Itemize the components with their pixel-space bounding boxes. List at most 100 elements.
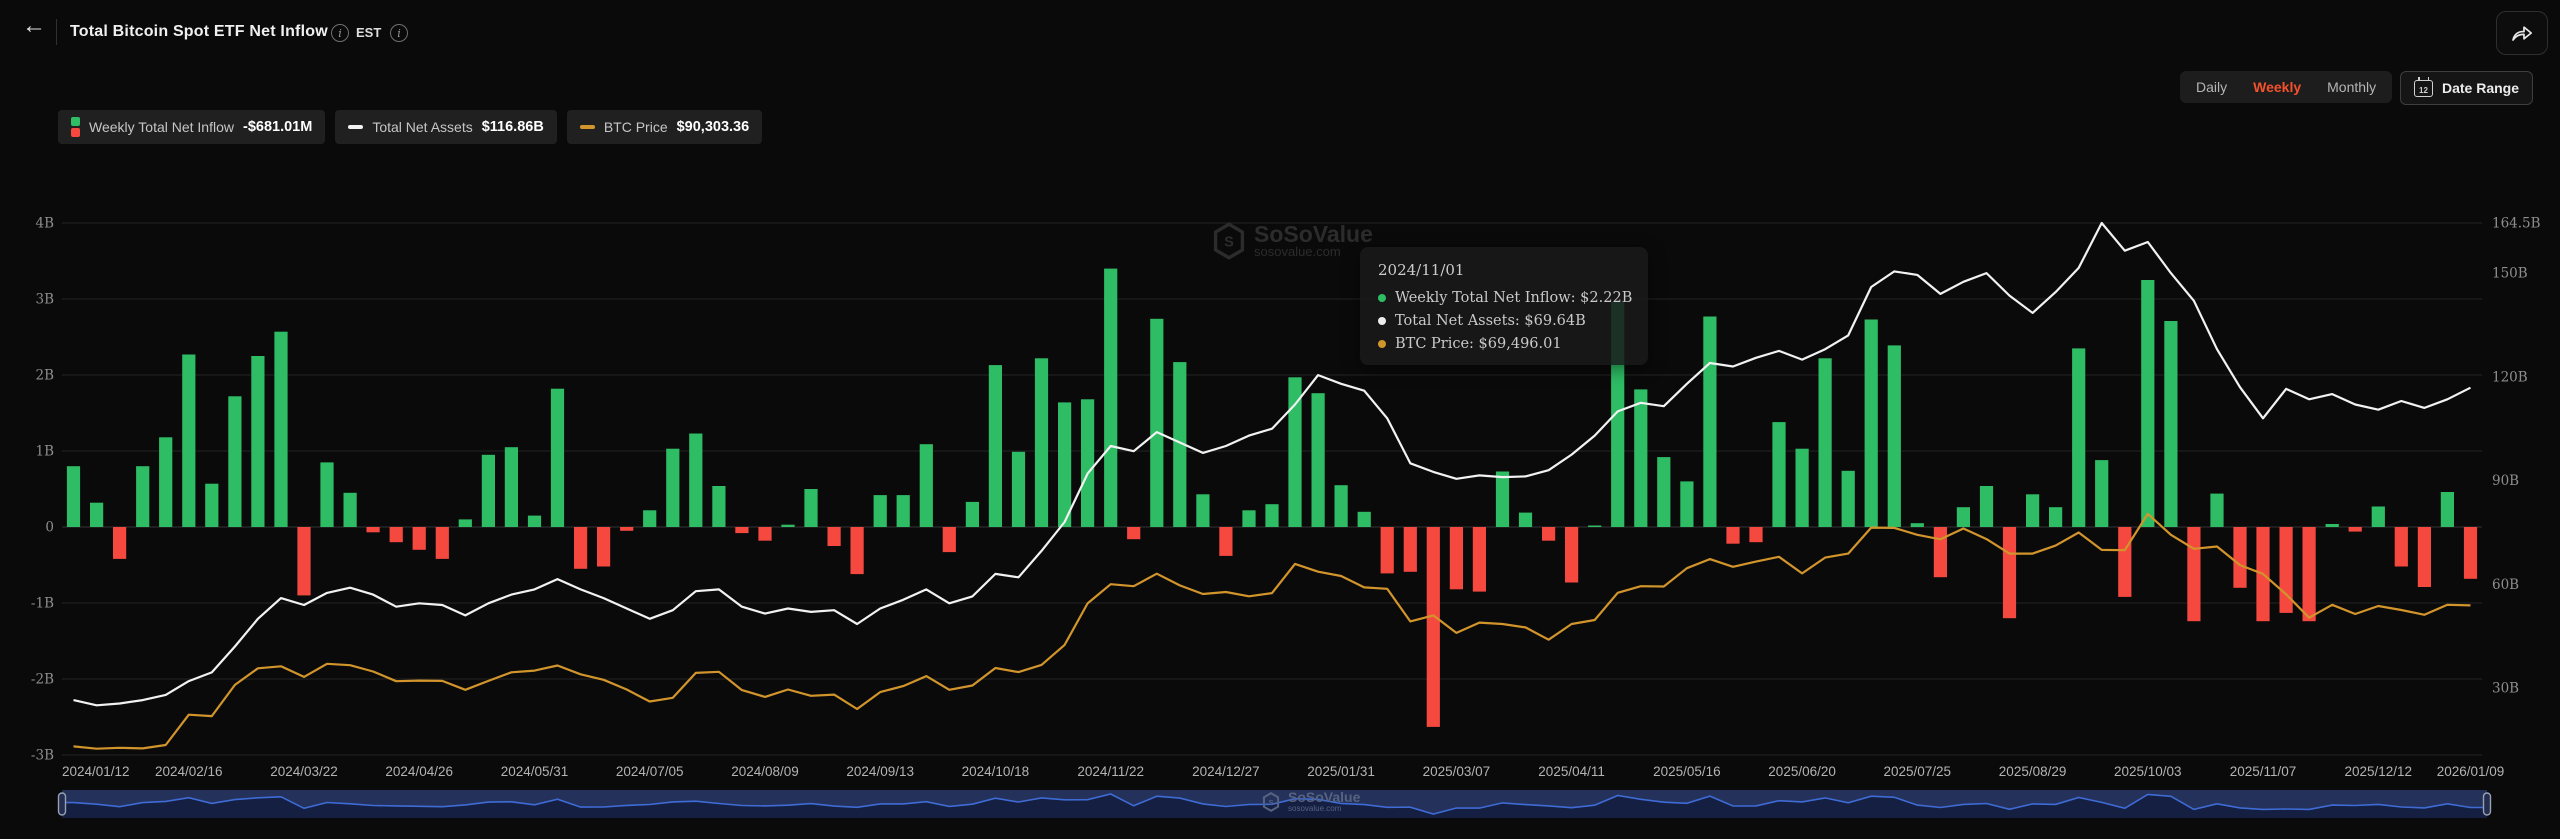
bar — [1842, 471, 1855, 527]
bar — [2349, 527, 2362, 532]
bar — [2210, 494, 2223, 527]
bar — [1381, 527, 1394, 573]
bar — [2441, 492, 2454, 527]
bar — [67, 466, 80, 527]
bar — [1473, 527, 1486, 592]
bar — [136, 466, 149, 527]
bar — [528, 516, 541, 527]
bar — [2418, 527, 2431, 587]
bar — [989, 365, 1002, 527]
x-axis-label: 2025/08/29 — [1999, 764, 2067, 779]
x-axis-label: 2024/10/18 — [962, 764, 1030, 779]
bar — [1219, 527, 1232, 556]
bar — [781, 525, 794, 527]
bar — [505, 447, 518, 527]
bar — [1819, 358, 1832, 527]
x-axis-label: 2025/12/12 — [2345, 764, 2413, 779]
right-axis-label: 150B — [2492, 266, 2528, 282]
bar — [1265, 504, 1278, 527]
bar — [2395, 527, 2408, 567]
bar — [2141, 280, 2154, 527]
bar — [390, 527, 403, 542]
navigator[interactable] — [59, 790, 2491, 818]
bar — [1035, 358, 1048, 527]
left-axis-label: 1B — [35, 444, 54, 460]
bar — [1980, 486, 1993, 527]
bar — [1058, 402, 1071, 527]
tooltip-date: 2024/11/01 — [1378, 261, 1630, 279]
bar — [1749, 527, 1762, 542]
orange-dot-icon — [1378, 340, 1386, 348]
x-axis-label: 2025/01/31 — [1307, 764, 1375, 779]
left-axis-label: 2B — [35, 368, 54, 384]
btc-price-line — [74, 514, 2471, 749]
bar — [1680, 481, 1693, 527]
bar — [251, 356, 264, 527]
bar — [1196, 494, 1209, 527]
etf-dashboard: ← Total Bitcoin Spot ETF Net Inflow i ES… — [0, 0, 2560, 839]
bar — [1450, 527, 1463, 589]
tooltip-row-assets: Total Net Assets: $69.64B — [1378, 313, 1630, 329]
bar — [620, 527, 633, 531]
chart-tooltip: 2024/11/01 Weekly Total Net Inflow: $2.2… — [1360, 247, 1648, 365]
bar — [2303, 527, 2316, 621]
bar — [344, 493, 357, 527]
inflow-chart-plot[interactable]: 4B3B2B1B0-1B-2B-3B164.5B150B120B90B60B30… — [0, 0, 2560, 839]
bar — [2003, 527, 2016, 618]
bar — [1726, 527, 1739, 544]
right-axis-label: 120B — [2492, 369, 2528, 385]
bar — [1542, 527, 1555, 541]
bar — [2164, 321, 2177, 527]
left-axis-label: -3B — [31, 748, 54, 764]
x-axis-label: 2025/05/16 — [1653, 764, 1721, 779]
bar — [205, 484, 218, 527]
bar — [1335, 485, 1348, 527]
bar — [1404, 527, 1417, 572]
bar — [712, 486, 725, 527]
bar — [804, 489, 817, 527]
x-axis-label: 2024/05/31 — [501, 764, 569, 779]
bar — [666, 449, 679, 527]
bar — [2118, 527, 2131, 597]
bar — [943, 527, 956, 552]
net-inflow-bars[interactable] — [67, 269, 2477, 727]
bar — [2372, 507, 2385, 528]
bar — [1127, 527, 1140, 539]
bar — [1934, 527, 1947, 577]
bar — [2187, 527, 2200, 621]
left-axis-label: 4B — [35, 216, 54, 232]
bar — [874, 495, 887, 527]
bar — [1865, 320, 1878, 528]
bar — [482, 455, 495, 527]
bar — [1796, 449, 1809, 527]
navigator-left-handle[interactable] — [59, 793, 66, 815]
bar — [1588, 526, 1601, 528]
bar — [1496, 472, 1509, 528]
total-net-assets-line — [74, 223, 2471, 705]
navigator-right-handle[interactable] — [2484, 793, 2491, 815]
right-axis-label: 30B — [2492, 680, 2519, 696]
bar — [551, 389, 564, 527]
bar — [1772, 422, 1785, 527]
right-axis-label: 90B — [2492, 473, 2519, 489]
bar — [2072, 348, 2085, 527]
bar — [297, 527, 310, 595]
x-axis-label: 2025/04/11 — [1538, 764, 1605, 779]
left-axis-label: -2B — [31, 672, 54, 688]
bar — [735, 527, 748, 533]
bar — [1657, 457, 1670, 527]
bar — [1634, 389, 1647, 527]
bar — [1104, 269, 1117, 527]
x-axis-label: 2024/12/27 — [1192, 764, 1260, 779]
bar — [574, 527, 587, 569]
bar — [1565, 527, 1578, 583]
green-dot-icon — [1378, 294, 1386, 302]
bar — [643, 510, 656, 527]
x-axis-label: 2025/11/07 — [2230, 764, 2297, 779]
bar — [1957, 507, 1970, 527]
bar — [1312, 393, 1325, 527]
right-axis: 164.5B150B120B90B60B30B — [2492, 216, 2541, 697]
bar — [1911, 523, 1924, 527]
bar — [159, 437, 172, 527]
left-axis-label: 0 — [45, 520, 54, 536]
